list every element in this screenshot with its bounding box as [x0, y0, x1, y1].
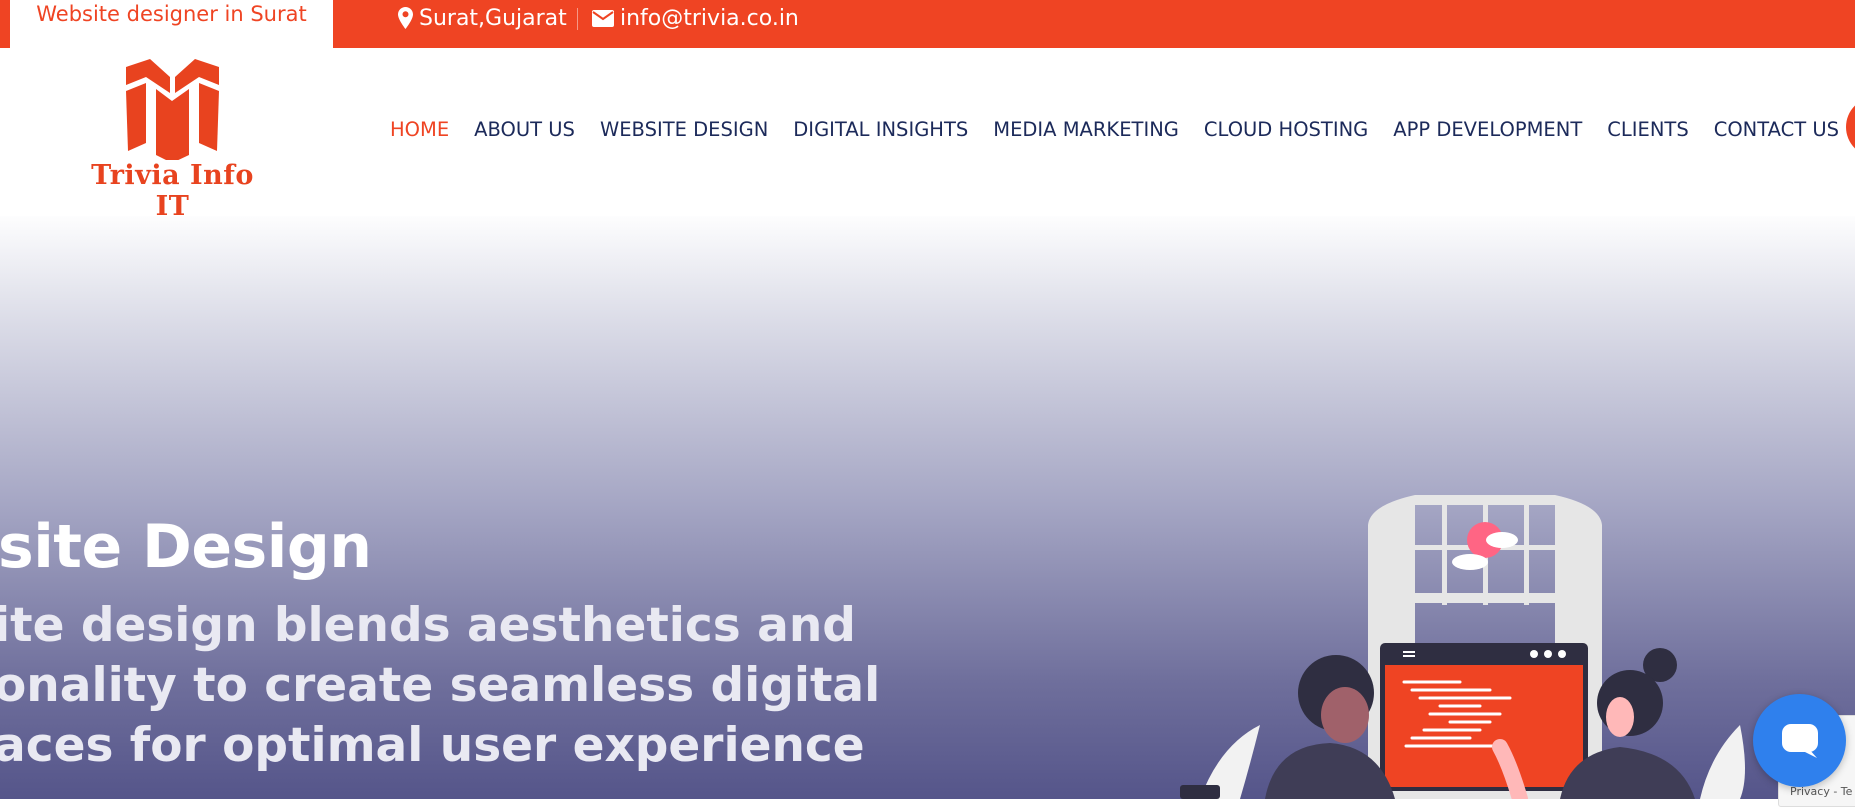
hero-subtitle-line: aces for optimal user experience	[0, 718, 865, 773]
nav-item-cloud-hosting[interactable]: CLOUD HOSTING	[1204, 118, 1368, 141]
nav-item-clients[interactable]: CLIENTS	[1607, 118, 1688, 141]
main-nav: HOME ABOUT US WEBSITE DESIGN DIGITAL INS…	[390, 118, 1855, 141]
hero-illustration	[1180, 495, 1745, 799]
tagline-text: Website designer in Surat	[36, 2, 307, 26]
chat-bubble-icon	[1781, 723, 1818, 758]
logo-mark-icon	[126, 59, 219, 160]
tagline: Website designer in Surat	[10, 0, 333, 48]
location-text: Surat,Gujarat	[419, 5, 567, 31]
top-bar: Website designer in Surat Surat,Gujarat …	[0, 0, 1855, 48]
hero-subtitle-line: onality to create seamless digital	[0, 658, 881, 713]
location-info: Surat,Gujarat	[398, 3, 567, 33]
logo-text: Trivia Info IT	[91, 160, 254, 222]
hero-subtitle-line: ite design blends aesthetics and	[0, 598, 856, 653]
hero-subtitle: ite design blends aesthetics and onality…	[0, 596, 880, 776]
nav-item-contact-us[interactable]: CONTACT US	[1714, 118, 1839, 141]
nav-item-app-development[interactable]: APP DEVELOPMENT	[1393, 118, 1582, 141]
email-info[interactable]: info@trivia.co.in	[592, 3, 799, 33]
nav-item-media-marketing[interactable]: MEDIA MARKETING	[993, 118, 1179, 141]
divider	[577, 8, 578, 30]
nav-item-home[interactable]: HOME	[390, 118, 449, 141]
chat-button[interactable]	[1753, 694, 1846, 787]
map-marker-icon	[398, 7, 413, 29]
nav-item-about-us[interactable]: ABOUT US	[474, 118, 575, 141]
nav-item-website-design[interactable]: WEBSITE DESIGN	[600, 118, 768, 141]
logo[interactable]: Trivia Info IT	[70, 55, 275, 222]
nav-item-digital-insights[interactable]: DIGITAL INSIGHTS	[793, 118, 968, 141]
hero-title: site Design	[0, 512, 372, 582]
email-text[interactable]: info@trivia.co.in	[620, 6, 799, 31]
envelope-icon	[592, 9, 614, 27]
